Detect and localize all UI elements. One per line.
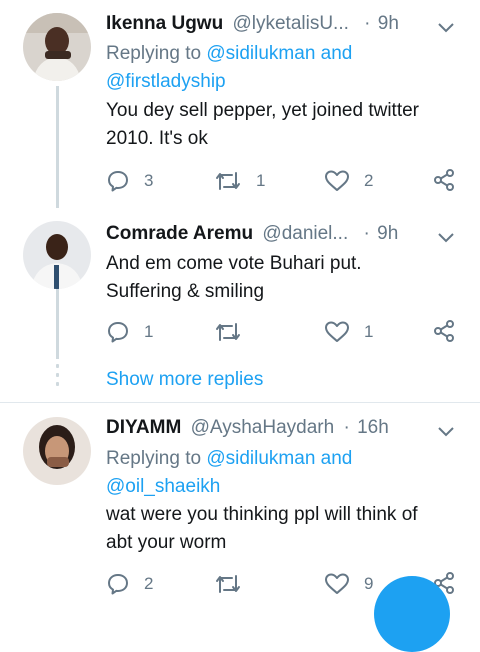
retweet-button[interactable] [214,317,256,347]
tweet[interactable]: Ikenna Ugwu @lyketalisU... · 9h Replying… [0,0,480,208]
thread-line [56,289,59,359]
retweet-icon [216,172,240,190]
tweet-header: Ikenna Ugwu @lyketalisU... · 9h [106,10,480,38]
tweet-text: You dey sell pepper, yet joined twitter … [106,97,460,153]
tweet-text-line: 2010. It's ok [106,128,208,149]
separator: · [343,417,350,438]
retweet-count: 1 [256,171,266,190]
reply-button[interactable]: 1 [106,317,153,347]
like-icon [325,321,349,342]
tweet[interactable]: DIYAMM @AyshaHaydarh · 16h Replying to @… [0,403,480,595]
replying-to: Replying to @sidilukman and @oil_shaeikh [106,445,460,501]
compose-tweet-button[interactable] [374,576,450,652]
retweet-icon [216,323,240,341]
mention-link[interactable]: @oil_shaeikh [106,476,220,497]
author-name[interactable]: DIYAMM [106,417,181,438]
like-count: 2 [364,171,374,190]
tweet-text: wat were you thinking ppl will think of … [106,501,460,557]
mention-and: and [320,43,353,64]
replying-to: Replying to @sidilukman and @firstladysh… [106,40,460,96]
replying-prefix: Replying to [106,448,202,469]
retweet-button[interactable] [214,569,256,599]
author-handle[interactable]: @AyshaHaydarh [191,417,335,438]
reply-button[interactable]: 2 [106,569,153,599]
tweet-text-line: You dey sell pepper, yet joined twitter [106,100,419,121]
show-more-replies-link[interactable]: Show more replies [106,366,263,394]
mention-link[interactable]: @sidilukman [206,448,315,469]
tweet-text-line: Suffering & smiling [106,281,265,302]
author-name[interactable]: Ikenna Ugwu [106,13,223,34]
like-icon [325,573,349,594]
thread-dots [56,364,59,391]
tweet-actions: 3 1 2 [106,166,480,196]
reply-button[interactable]: 3 [106,166,153,196]
tweet-text: And em come vote Buhari put. Suffering &… [106,250,460,306]
like-button[interactable]: 2 [324,166,373,196]
like-count: 1 [364,322,374,341]
separator: · [364,13,371,34]
chevron-down-icon[interactable] [438,20,454,38]
mention-link[interactable]: @firstladyship [106,71,226,92]
reply-count: 3 [144,171,154,190]
separator: · [363,223,370,244]
reply-icon [108,574,128,595]
tweet-text-line: abt your worm [106,532,227,553]
thread-line [56,86,59,208]
like-count: 9 [364,574,374,593]
tweet-header: DIYAMM @AyshaHaydarh · 16h [106,414,480,442]
timestamp: 9h [377,13,399,34]
avatar[interactable] [23,13,91,81]
reply-icon [108,322,128,343]
like-button[interactable]: 9 [324,569,373,599]
tweet-text-line: And em come vote Buhari put. [106,253,362,274]
tweet-header: Comrade Aremu @daniel... · 9h [106,220,480,248]
timestamp: 9h [377,223,399,244]
like-button[interactable]: 1 [324,317,373,347]
chevron-down-icon[interactable] [438,230,454,248]
share-button[interactable] [432,319,456,348]
reply-icon [108,171,128,192]
author-handle[interactable]: @lyketalisU... [232,13,348,34]
reply-count: 1 [144,322,154,341]
author-handle[interactable]: @daniel... [262,223,348,244]
like-icon [325,170,349,191]
chevron-down-icon[interactable] [438,424,454,442]
retweet-button[interactable]: 1 [214,166,265,196]
reply-count: 2 [144,574,154,593]
share-icon [434,320,454,342]
replying-prefix: Replying to [106,43,202,64]
mention-link[interactable]: @sidilukman [206,43,315,64]
tweet[interactable]: Comrade Aremu @daniel... · 9h And em com… [0,205,480,360]
author-name[interactable]: Comrade Aremu [106,223,253,244]
tweet-actions: 1 1 [106,317,480,347]
timestamp: 16h [357,417,389,438]
avatar[interactable] [23,221,91,289]
share-button[interactable] [432,168,456,197]
mention-and: and [320,448,353,469]
share-icon [434,169,454,191]
tweet-text-line: wat were you thinking ppl will think of [106,504,418,525]
retweet-icon [216,575,240,593]
avatar[interactable] [23,417,91,485]
